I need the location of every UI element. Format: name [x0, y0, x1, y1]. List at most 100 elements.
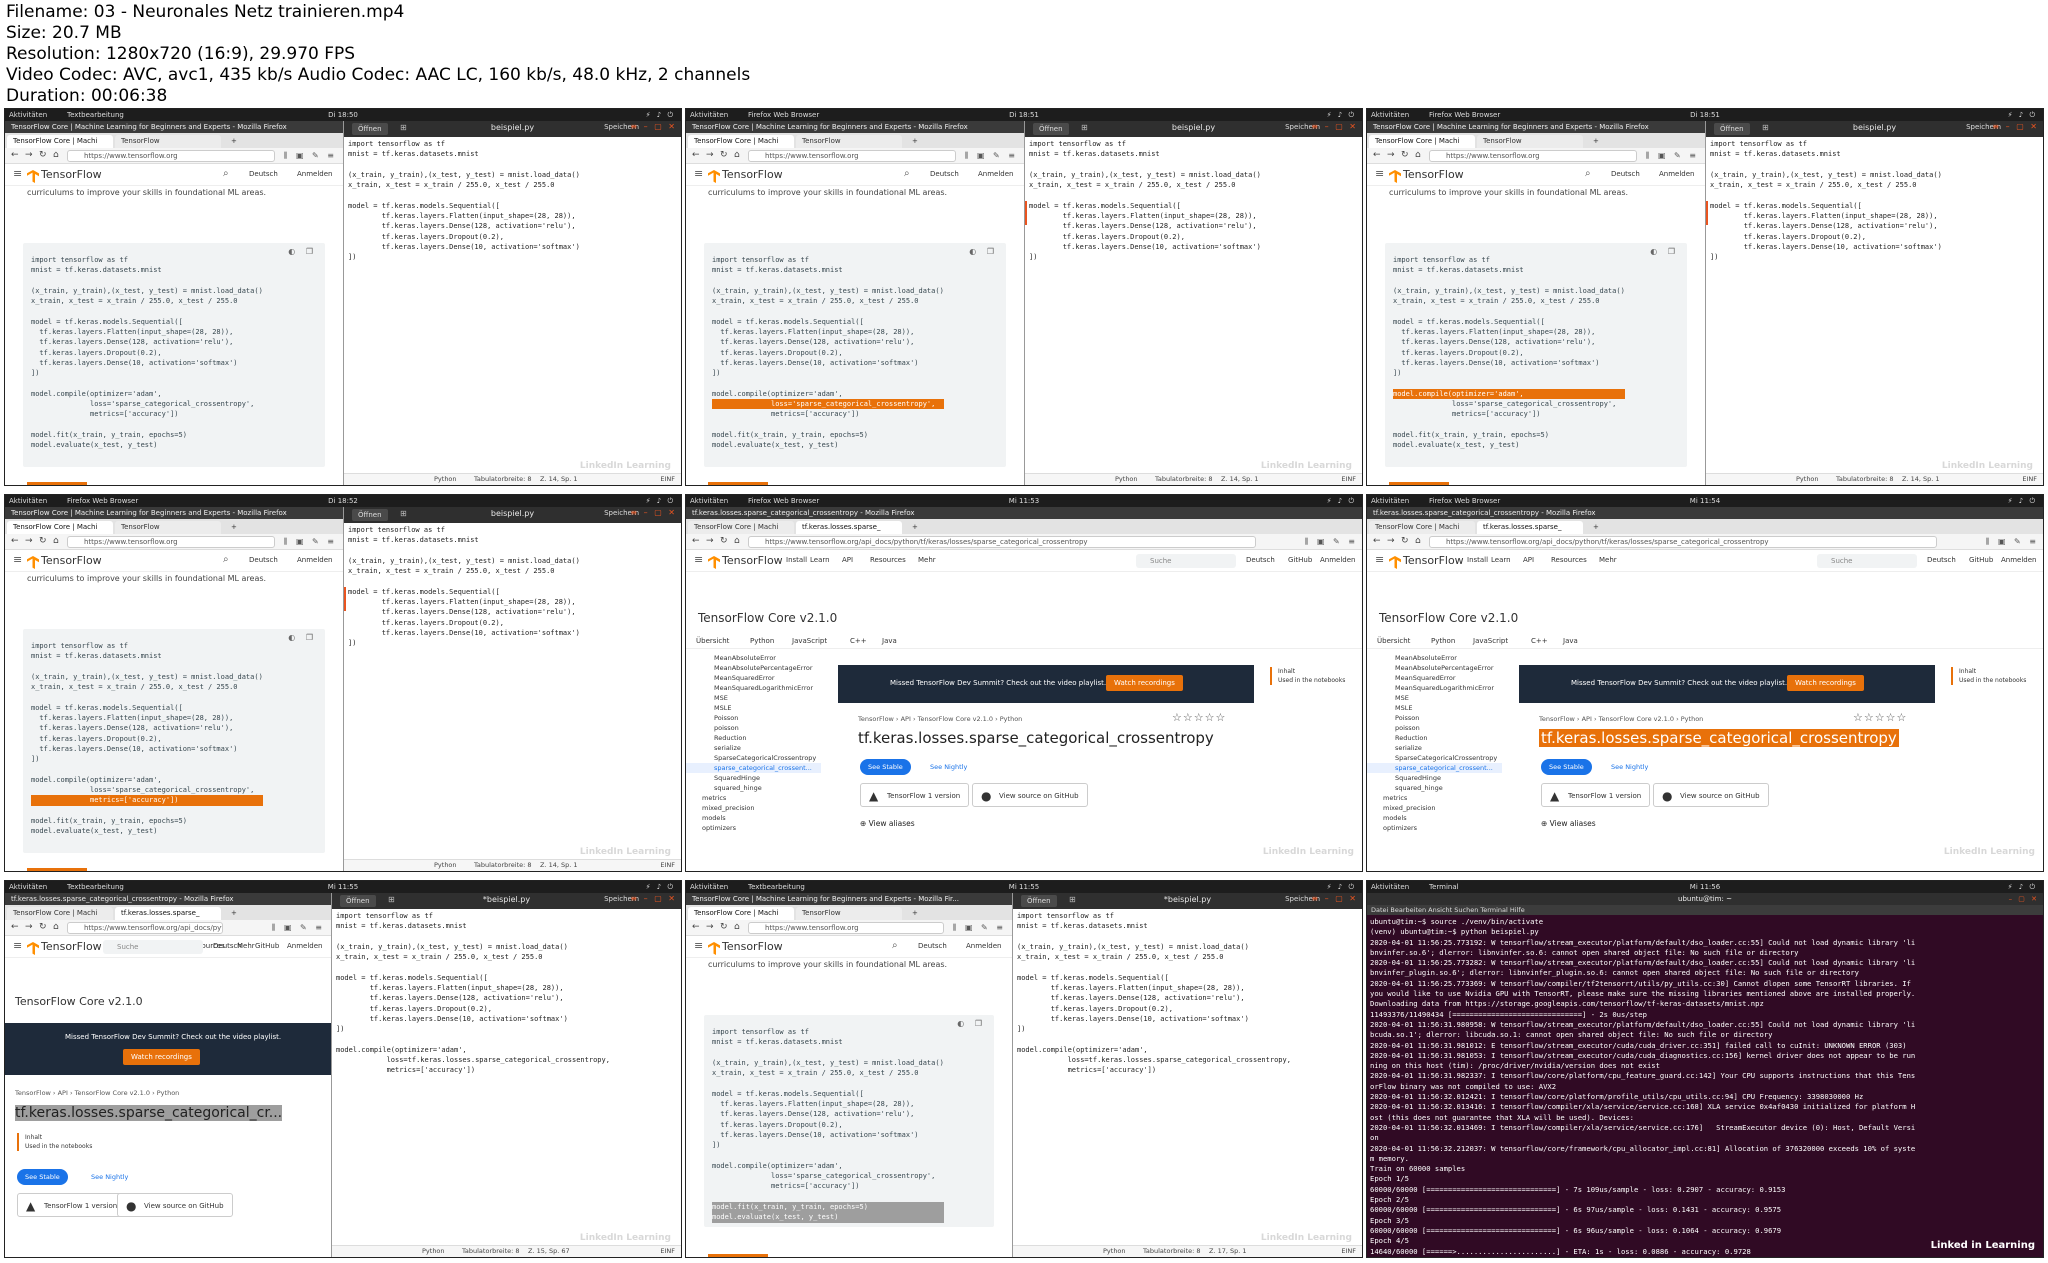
code-line[interactable]: (x_train, y_train),(x_test, y_test) = mn… [712, 286, 944, 296]
home-icon[interactable]: ⌂ [1415, 536, 1421, 546]
tab-tf-core[interactable]: TensorFlow Core | Machi [7, 135, 113, 148]
tab-width[interactable]: Tabulatorbreite: 8 [1155, 474, 1213, 485]
open-button[interactable]: Öffnen [1033, 123, 1069, 135]
editor-text-area[interactable]: import tensorflow as tf mnist = tf.keras.… [348, 139, 677, 263]
hamburger-menu-icon[interactable]: ≡ [13, 167, 22, 180]
new-tab-icon[interactable]: + [906, 521, 920, 534]
code-line[interactable]: mnist = tf.keras.datasets.mnist [348, 149, 677, 159]
pin-icon[interactable]: ⊞ [1762, 123, 1769, 132]
code-line[interactable]: tf.keras.layers.Flatten(input_shape=(28,… [31, 713, 263, 723]
code-line[interactable]: ]) [712, 1140, 944, 1150]
activities-button[interactable]: Aktivitäten [690, 881, 728, 893]
code-line[interactable]: tf.keras.layers.Dense(128, activation='r… [1029, 221, 1358, 231]
sidebar-item[interactable]: MeanAbsoluteError [686, 653, 821, 663]
language-mode[interactable]: Python [422, 1246, 445, 1257]
code-line[interactable]: (x_train, y_train),(x_test, y_test) = mn… [31, 672, 263, 682]
code-line[interactable]: x_train, x_test = x_train / 255.0, x_tes… [348, 566, 677, 576]
see-stable-button[interactable]: See Stable [1541, 759, 1592, 775]
tf1-version-button[interactable]: ▲ TensorFlow 1 version [17, 1193, 127, 1217]
forward-icon[interactable]: → [25, 150, 33, 160]
code-line[interactable]: ]) [348, 638, 677, 648]
code-line[interactable] [31, 806, 263, 816]
code-line[interactable]: x_train, x_test = x_train / 255.0, x_tes… [712, 296, 944, 306]
code-line[interactable]: import tensorflow as tf [31, 641, 263, 651]
code-line[interactable]: loss='sparse_categorical_crossentropy', [712, 399, 944, 410]
tab-tf-core[interactable]: TensorFlow Core | Machi [1369, 135, 1475, 148]
nav-api[interactable]: API [842, 556, 853, 564]
forward-icon[interactable]: → [1387, 150, 1395, 160]
view-source-button[interactable]: ● View source on GitHub [972, 783, 1088, 807]
sidebar-item[interactable]: MeanSquaredLogarithmicError [686, 683, 821, 693]
language-select[interactable]: Deutsch [1611, 170, 1640, 178]
back-icon[interactable]: ← [11, 536, 19, 546]
language-select[interactable]: Deutsch [930, 170, 959, 178]
login-link[interactable]: Anmelden [966, 942, 1001, 950]
sidebar-item[interactable]: SquaredHinge [686, 773, 821, 783]
home-icon[interactable]: ⌂ [1415, 150, 1421, 160]
code-line[interactable]: metrics=['accuracy']) [31, 409, 263, 419]
code-line[interactable]: model.fit(x_train, y_train, epochs=5) [712, 430, 944, 440]
new-tab-icon[interactable]: + [225, 521, 239, 534]
pin-icon[interactable]: ⊞ [400, 123, 407, 132]
code-line[interactable]: model.compile(optimizer='adam', [31, 389, 263, 399]
toc-title[interactable]: Inhalt [25, 1133, 92, 1142]
code-line[interactable]: import tensorflow as tf [1029, 139, 1358, 149]
search-icon[interactable]: ⌕ [1585, 168, 1591, 179]
code-line[interactable]: tf.keras.layers.Flatten(input_shape=(28,… [348, 211, 677, 221]
search-input[interactable]: Suche [1136, 554, 1236, 568]
code-line[interactable]: model = tf.keras.models.Sequential([ [31, 317, 263, 327]
see-stable-button[interactable]: See Stable [860, 759, 911, 775]
reload-icon[interactable]: ↻ [720, 150, 728, 160]
code-line[interactable]: metrics=['accuracy']) [31, 795, 263, 806]
code-line[interactable]: x_train, x_test = x_train / 255.0, x_tes… [1710, 180, 2039, 190]
reload-icon[interactable]: ↻ [1401, 150, 1409, 160]
toolbar-icons[interactable]: ⫼ ▣ ✎ ≡ [284, 537, 337, 547]
app-menu[interactable]: Firefox Web Browser [1429, 495, 1500, 507]
code-line[interactable] [712, 1048, 944, 1058]
code-line[interactable]: tf.keras.layers.Dropout(0.2), [1017, 1004, 1358, 1014]
code-line[interactable]: tf.keras.layers.Flatten(input_shape=(28,… [712, 1099, 944, 1109]
code-line[interactable]: metrics=['accuracy']) [712, 409, 944, 419]
tab-tf-core[interactable]: TensorFlow Core | Machi [688, 521, 794, 534]
open-button[interactable]: Öffnen [352, 123, 388, 135]
nav-learn[interactable]: Learn [810, 556, 830, 564]
code-line[interactable]: tf.keras.layers.Dropout(0.2), [31, 734, 263, 744]
code-line[interactable]: model.fit(x_train, y_train, epochs=5) [712, 1202, 944, 1213]
window-controls-icon[interactable]: ≡ – ▢ ✕ [1311, 894, 1358, 903]
code-line[interactable]: ]) [336, 1024, 677, 1034]
code-line[interactable] [1017, 962, 1358, 972]
code-line[interactable]: (x_train, y_train),(x_test, y_test) = mn… [1029, 170, 1358, 180]
nav-install[interactable]: Install [786, 556, 807, 564]
code-line[interactable] [1393, 306, 1625, 316]
code-line[interactable]: ]) [712, 368, 944, 378]
tab-width[interactable]: Tabulatorbreite: 8 [1836, 474, 1894, 485]
code-line[interactable] [348, 576, 677, 586]
sidebar-item[interactable]: serialize [1367, 743, 1502, 753]
see-stable-button[interactable]: See Stable [17, 1169, 68, 1185]
window-controls-icon[interactable]: ≡ – ▢ ✕ [1992, 122, 2039, 131]
system-tray-icons[interactable]: ⚡ ♪ ⏻ [646, 495, 675, 507]
editor-text-area[interactable]: import tensorflow as tf mnist = tf.keras.… [336, 911, 677, 1076]
nav-more[interactable]: Mehr [918, 556, 936, 564]
hamburger-menu-icon[interactable]: ≡ [13, 939, 22, 952]
code-line[interactable]: mnist = tf.keras.datasets.mnist [1029, 149, 1358, 159]
back-icon[interactable]: ← [11, 922, 19, 932]
code-line[interactable] [712, 379, 944, 389]
see-nightly-button[interactable]: See Nightly [1603, 759, 1656, 775]
reload-icon[interactable]: ↻ [720, 536, 728, 546]
brand-name[interactable]: TensorFlow [1403, 554, 1464, 567]
activities-button[interactable]: Aktivitäten [9, 109, 47, 121]
tab-second[interactable]: TensorFlow [115, 521, 221, 534]
language-select[interactable]: Deutsch [213, 942, 242, 950]
clock[interactable]: Mi 11:55 [328, 881, 358, 893]
see-nightly-button[interactable]: See Nightly [922, 759, 975, 775]
sidebar-item[interactable]: MeanAbsoluteError [1367, 653, 1502, 663]
open-button[interactable]: Öffnen [1714, 123, 1750, 135]
back-icon[interactable]: ← [692, 536, 700, 546]
sidebar-group[interactable]: metrics [686, 793, 821, 803]
home-icon[interactable]: ⌂ [734, 922, 740, 932]
tab-width[interactable]: Tabulatorbreite: 8 [462, 1246, 520, 1257]
language-mode[interactable]: Python [1796, 474, 1819, 485]
sidebar-item[interactable]: Reduction [1367, 733, 1502, 743]
tab-cpp[interactable]: C++ [850, 637, 867, 645]
